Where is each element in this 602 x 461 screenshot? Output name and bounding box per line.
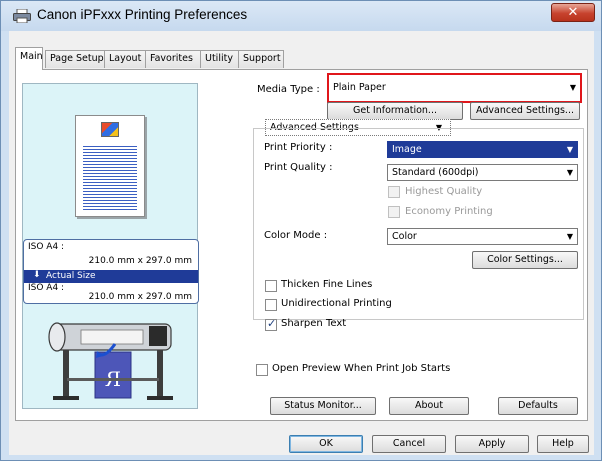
arrow-down-icon: ⬇ xyxy=(33,270,41,280)
large-format-printer-icon: R xyxy=(48,322,173,400)
highest-quality-label: Highest Quality xyxy=(405,186,483,197)
color-mode-label: Color Mode : xyxy=(264,230,328,241)
media-type-label: Media Type : xyxy=(257,84,320,95)
color-mode-select[interactable]: Color ▼ xyxy=(387,228,578,245)
defaults-button[interactable]: Defaults xyxy=(498,397,578,415)
print-quality-label: Print Quality : xyxy=(264,162,333,173)
status-monitor-button[interactable]: Status Monitor... xyxy=(270,397,376,415)
get-information-button[interactable]: Get Information... xyxy=(327,102,463,120)
check-icon: ✓ xyxy=(267,317,277,330)
paper-size-info: ISO A4 : 210.0 mm x 297.0 mm ⬇ Actual Si… xyxy=(23,239,199,304)
original-size-dims: 210.0 mm x 297.0 mm xyxy=(88,256,192,266)
image-thumbnail-icon xyxy=(101,122,119,137)
tab-support[interactable]: Support xyxy=(238,50,284,68)
tab-main[interactable]: Main xyxy=(15,47,43,70)
output-size-dims: 210.0 mm x 297.0 mm xyxy=(88,292,192,302)
printer-icon xyxy=(13,9,31,23)
print-preview-panel: ISO A4 : 210.0 mm x 297.0 mm ⬇ Actual Si… xyxy=(22,83,199,409)
close-button[interactable]: ✕ xyxy=(551,3,595,22)
tab-layout[interactable]: Layout xyxy=(104,50,146,68)
original-size-label: ISO A4 : xyxy=(28,242,65,252)
sharpen-text-checkbox[interactable]: ✓ xyxy=(265,317,277,331)
print-priority-label: Print Priority : xyxy=(264,142,333,153)
output-size-label: ISO A4 : xyxy=(28,283,65,293)
title-bar[interactable]: Canon iPFxxx Printing Preferences ✕ xyxy=(1,1,601,31)
print-quality-select[interactable]: Standard (600dpi) ▼ xyxy=(387,164,578,181)
unidirectional-printing-label: Unidirectional Printing xyxy=(281,298,392,309)
chevron-down-icon: ▼ xyxy=(566,145,573,154)
text-lines-graphic xyxy=(83,146,137,210)
printing-preferences-window: Canon iPFxxx Printing Preferences ✕ Main… xyxy=(0,0,602,461)
economy-printing-label: Economy Printing xyxy=(405,206,493,217)
economy-printing-checkbox[interactable] xyxy=(388,206,400,218)
window-title: Canon iPFxxx Printing Preferences xyxy=(37,7,248,22)
open-preview-label: Open Preview When Print Job Starts xyxy=(272,363,451,374)
main-tab-panel: ISO A4 : 210.0 mm x 297.0 mm ⬇ Actual Si… xyxy=(15,69,588,421)
cancel-button[interactable]: Cancel xyxy=(372,435,446,453)
apply-button[interactable]: Apply xyxy=(455,435,529,453)
actual-size-label: Actual Size xyxy=(46,271,96,281)
thicken-fine-lines-checkbox[interactable] xyxy=(265,280,277,292)
chevron-down-icon: ▼ xyxy=(566,232,573,241)
media-advanced-settings-button[interactable]: Advanced Settings... xyxy=(470,102,580,120)
sharpen-text-label: Sharpen Text xyxy=(281,318,347,329)
close-icon: ✕ xyxy=(567,5,579,20)
unidirectional-printing-checkbox[interactable] xyxy=(265,299,277,311)
chevron-down-icon: ▼ xyxy=(569,83,576,92)
tab-favorites[interactable]: Favorites xyxy=(145,50,201,68)
media-type-select[interactable]: Plain Paper ▼ xyxy=(327,73,582,103)
thicken-fine-lines-label: Thicken Fine Lines xyxy=(281,279,373,290)
tab-utility[interactable]: Utility xyxy=(200,50,239,68)
help-button[interactable]: Help xyxy=(537,435,589,453)
open-preview-checkbox[interactable] xyxy=(256,364,268,376)
ok-button[interactable]: OK xyxy=(289,435,363,453)
highest-quality-checkbox[interactable] xyxy=(388,186,400,198)
print-priority-select[interactable]: Image ▼ xyxy=(387,141,578,158)
about-button[interactable]: About xyxy=(389,397,469,415)
page-preview-icon xyxy=(75,115,145,217)
color-settings-button[interactable]: Color Settings... xyxy=(472,251,578,269)
dialog-client-area: Main Page Setup Layout Favorites Utility… xyxy=(9,31,594,455)
tab-page-setup[interactable]: Page Setup xyxy=(45,50,105,68)
actual-size-bar: ⬇ Actual Size xyxy=(24,270,198,283)
chevron-down-icon: ▼ xyxy=(566,168,573,177)
